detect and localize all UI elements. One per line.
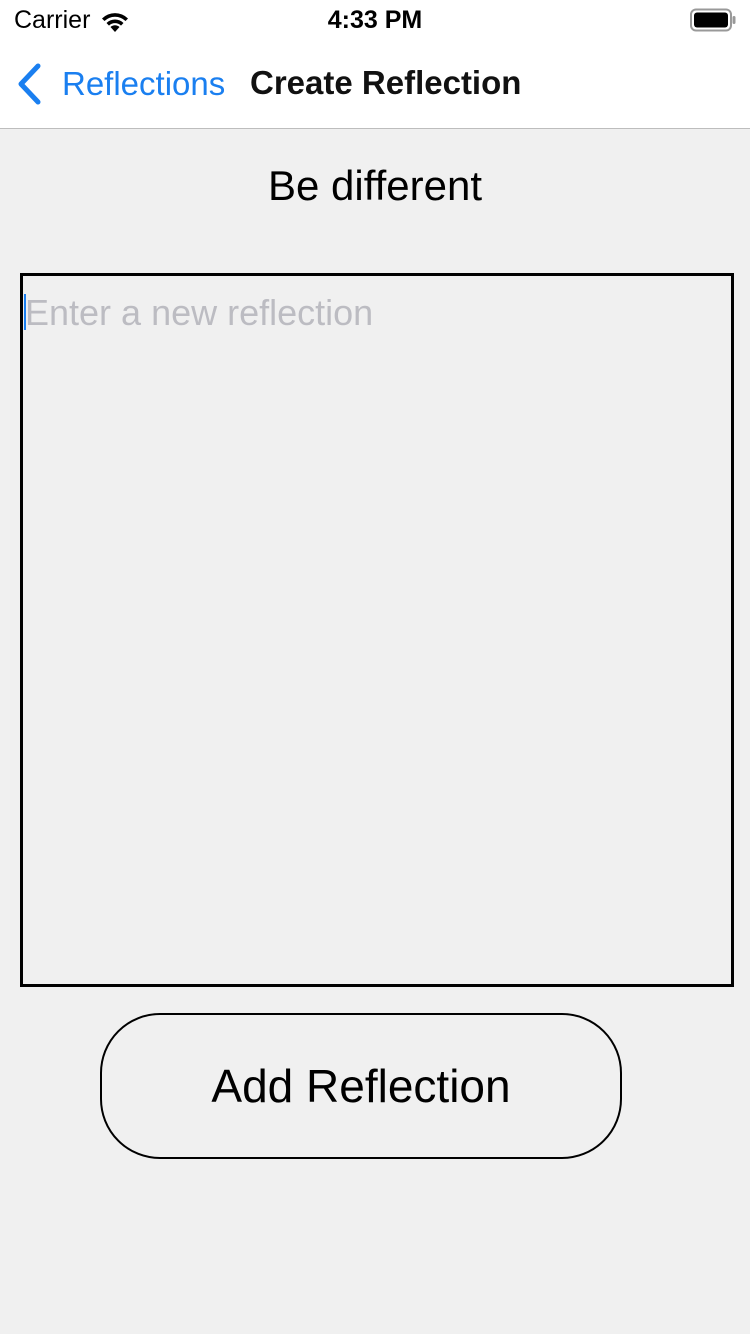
back-button-label: Reflections [62, 65, 226, 102]
reflection-prompt-heading: Be different [267, 162, 483, 209]
create-reflection-screen: Carrier 4:33 PM Reflections Create Refle… [0, 0, 750, 1334]
text-cursor [24, 294, 26, 330]
status-bar: Carrier 4:33 PM [0, 0, 750, 40]
page-title: Create Reflection [250, 64, 522, 101]
navigation-bar: Reflections Create Reflection [0, 40, 750, 129]
battery-icon [690, 8, 736, 32]
chevron-left-icon [18, 63, 41, 105]
back-button[interactable]: Reflections [16, 62, 225, 106]
status-time: 4:33 PM [327, 6, 423, 34]
reflection-input[interactable] [20, 273, 734, 987]
add-reflection-button[interactable]: Add Reflection [100, 1013, 622, 1159]
